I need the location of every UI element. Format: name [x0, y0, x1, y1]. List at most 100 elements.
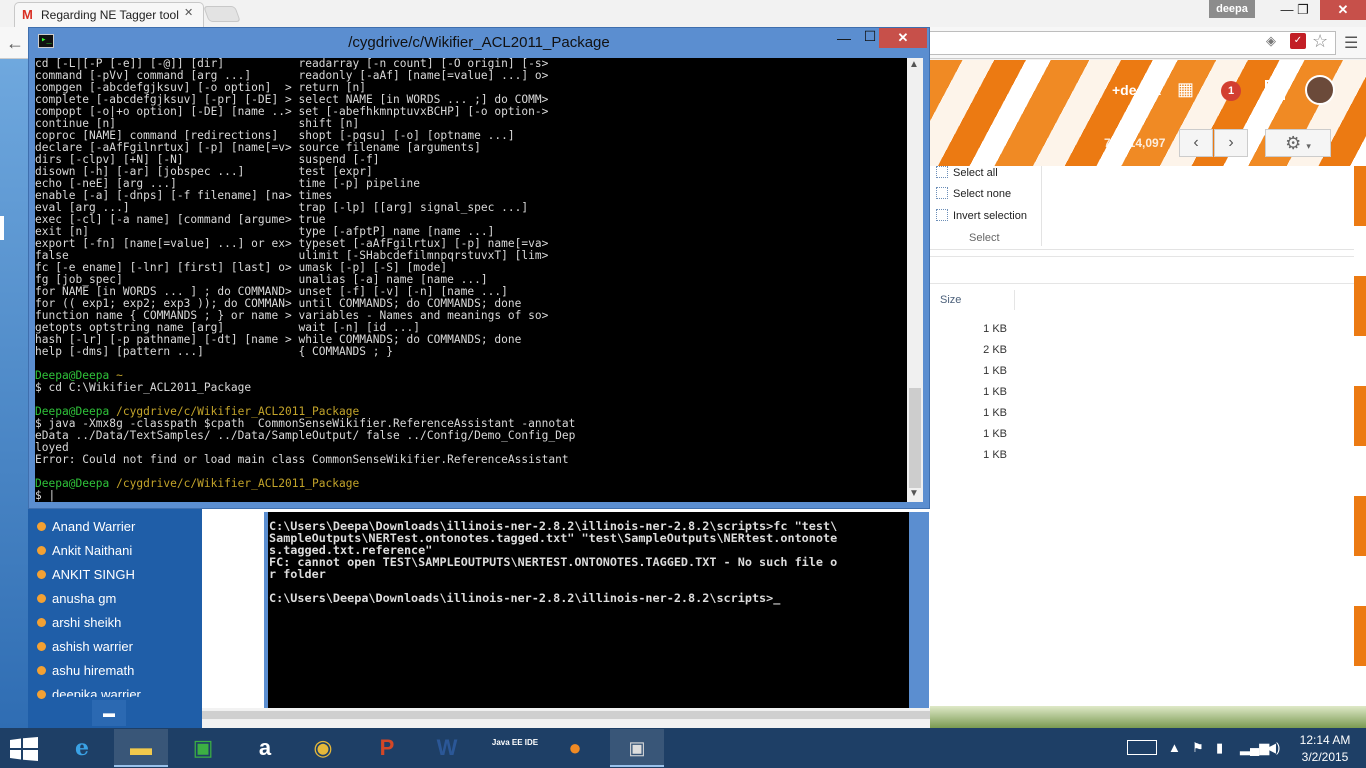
chrome-close-button[interactable]: ✕: [1320, 0, 1366, 20]
amazon-icon: a: [258, 735, 272, 760]
chrome-menu-icon[interactable]: ☰: [1344, 33, 1358, 53]
cygwin-close-button[interactable]: ✕: [879, 28, 927, 48]
action-center-flag-icon[interactable]: ⚑: [1192, 740, 1204, 756]
touch-keyboard-icon[interactable]: [1127, 740, 1157, 755]
clock-time[interactable]: 12:14 AM: [1290, 733, 1360, 747]
gmail-user-link[interactable]: +deepa: [1112, 82, 1161, 98]
clock-date[interactable]: 3/2/2015: [1290, 750, 1360, 764]
terminal-icon: ▣: [628, 738, 646, 758]
message-count: 7 of 14,097: [1104, 136, 1166, 150]
presence-dot-icon: [37, 570, 46, 579]
folder-icon: ▬: [130, 735, 152, 760]
avatar[interactable]: [1305, 75, 1335, 105]
new-tab-button[interactable]: [203, 6, 241, 22]
invert-selection-label: Invert selection: [953, 210, 1027, 222]
scroll-down-arrow-icon[interactable]: ▼: [909, 488, 919, 499]
gear-icon: ⚙: [1285, 133, 1302, 153]
windows-start-icon[interactable]: [10, 737, 38, 761]
cygwin-minimize-button[interactable]: —: [831, 30, 857, 48]
file-size-cell: 1 KB: [983, 428, 1007, 440]
cygwin-titlebar[interactable]: /cygdrive/c/Wikifier_ACL2011_Package ▸_ …: [29, 28, 929, 57]
power-icon[interactable]: ▮: [1216, 740, 1223, 756]
wallpaper-edge: [1354, 166, 1366, 706]
tab-title: Regarding NE Tagger tool: [41, 8, 179, 22]
desktop-wallpaper: [930, 706, 1366, 728]
apps-grid-icon[interactable]: ▦: [1177, 80, 1194, 98]
chat-contact[interactable]: Anand Warrier: [52, 519, 135, 534]
ribbon-divider: [930, 249, 1354, 250]
left-strip-tab[interactable]: [0, 216, 4, 240]
cmd-line: r folder: [269, 567, 326, 581]
file-size-cell: 1 KB: [983, 386, 1007, 398]
browser-tab-gmail[interactable]: M Regarding NE Tagger tool: [14, 2, 204, 27]
bookmark-star-icon[interactable]: ☆: [1312, 31, 1328, 52]
command-line: eData ../Data/TextSamples/ ../Data/Sampl…: [35, 429, 576, 442]
security-extension-icon[interactable]: ✓: [1290, 33, 1306, 49]
chrome-maximize-button[interactable]: ❐: [1286, 0, 1320, 20]
newer-button[interactable]: ›: [1214, 129, 1248, 157]
java-ee-ide-icon: Java EE IDE: [491, 738, 539, 747]
back-arrow-icon[interactable]: ←: [6, 33, 24, 54]
dropdown-arrow-icon: ▾: [1306, 141, 1311, 151]
cmd-window-frame-right: [909, 512, 929, 708]
profile-badge[interactable]: deepa: [1209, 0, 1255, 18]
ribbon-group-label: Select: [969, 232, 1000, 244]
older-button[interactable]: ‹: [1179, 129, 1213, 157]
gmail-icon: M: [22, 7, 33, 22]
column-header-size[interactable]: Size: [940, 294, 961, 306]
store-icon: ▣: [192, 735, 214, 760]
help-line: help [-dms] [pattern ...] { COMMANDS ; }: [35, 345, 394, 358]
horizontal-scrollbar-thumb[interactable]: [202, 711, 972, 719]
chat-contact[interactable]: Ankit Naithani: [52, 543, 132, 558]
cygwin-scrollbar-thumb[interactable]: [909, 388, 921, 488]
share-plus-icon[interactable]: +: [1265, 80, 1285, 100]
chevron-left-icon: ‹: [1193, 134, 1199, 151]
file-size-cell: 1 KB: [983, 449, 1007, 461]
chat-bubble-icon[interactable]: ▬: [92, 700, 126, 726]
cmd-console[interactable]: C:\Users\Deepa\Downloads\illinois-ner-2.…: [268, 512, 909, 708]
chat-contact[interactable]: arshi sheikh: [52, 615, 121, 630]
scroll-up-arrow-icon[interactable]: ▲: [909, 59, 919, 70]
invert-selection-button[interactable]: Invert selection: [936, 209, 1027, 222]
tab-close-icon[interactable]: ✕: [184, 6, 193, 19]
select-none-label: Select none: [953, 188, 1012, 200]
gmail-left-strip: [0, 59, 28, 728]
cmd-output: C:\Users\Deepa\Downloads\illinois-ner-2.…: [269, 520, 837, 604]
prompt-dir: /cygdrive/c/Wikifier_ACL2011_Package: [116, 477, 360, 490]
select-all-icon: [936, 166, 948, 178]
internet-explorer-icon: e: [75, 735, 89, 761]
chat-contact[interactable]: anusha gm: [52, 591, 116, 606]
show-hidden-icons-icon[interactable]: ▲: [1168, 740, 1181, 755]
cygwin-window-title: /cygdrive/c/Wikifier_ACL2011_Package: [348, 34, 610, 51]
explorer-address-bar[interactable]: [930, 256, 1354, 284]
column-divider[interactable]: [1014, 290, 1015, 310]
network-signal-icon[interactable]: ▂▄▆: [1240, 740, 1269, 756]
notification-badge[interactable]: 1: [1221, 81, 1241, 101]
select-all-button[interactable]: Select all: [936, 166, 998, 179]
select-none-button[interactable]: Select none: [936, 187, 1011, 200]
terminal-icon[interactable]: ▸_: [38, 34, 54, 48]
invert-selection-icon: [936, 209, 948, 221]
command-line: $ cd C:\Wikifier_ACL2011_Package: [35, 381, 252, 394]
presence-dot-icon: [37, 618, 46, 627]
select-all-label: Select all: [953, 167, 998, 179]
presence-dot-icon: [37, 690, 46, 699]
cygwin-console[interactable]: cd [-L|[-P [-e]] [-@]] [dir] readarray […: [35, 58, 907, 502]
chat-contact[interactable]: ashish warrier: [52, 639, 133, 654]
file-size-cell: 1 KB: [983, 407, 1007, 419]
chat-contact[interactable]: deepika warrier: [52, 687, 141, 697]
settings-button[interactable]: ⚙ ▾: [1265, 129, 1331, 157]
file-size-cell: 1 KB: [983, 323, 1007, 335]
chevron-right-icon: ›: [1228, 134, 1234, 151]
command-line: $ |: [35, 489, 56, 502]
command-line: Error: Could not find or load main class…: [35, 453, 569, 466]
taskbar-java-ee-ide[interactable]: [488, 729, 542, 767]
chrome-icon: ◉: [313, 735, 333, 760]
powerpoint-icon: P: [379, 735, 395, 760]
firefox-icon: ●: [568, 735, 582, 760]
chat-contact[interactable]: ANKIT SINGH: [52, 567, 135, 582]
cmd-line: C:\Users\Deepa\Downloads\illinois-ner-2.…: [269, 591, 781, 605]
chat-contact[interactable]: ashu hiremath: [52, 663, 134, 678]
volume-icon[interactable]: ◀): [1266, 740, 1280, 756]
extension-icon[interactable]: ◈: [1266, 33, 1276, 49]
